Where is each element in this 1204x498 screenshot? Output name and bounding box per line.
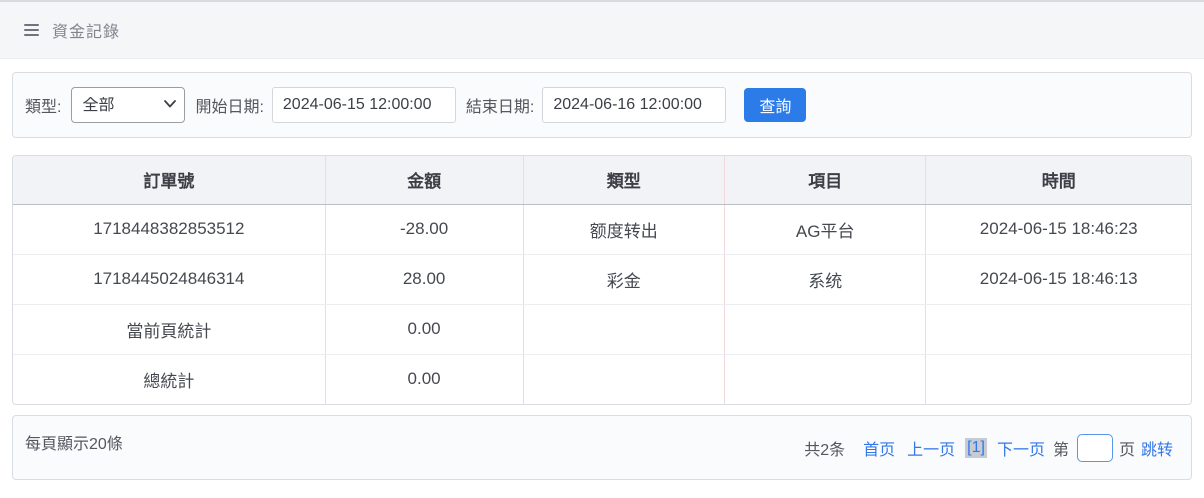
type-select-wrap: 全部 — [71, 87, 185, 123]
jump-link[interactable]: 跳转 — [1141, 436, 1173, 460]
table-row: 1718448382853512 -28.00 额度转出 AG平台 2024-0… — [13, 204, 1191, 254]
current-page-indicator: [1] — [965, 438, 987, 458]
end-date-input[interactable] — [542, 87, 726, 123]
page-size-text: 每頁顯示20條 — [25, 430, 123, 454]
jump-page-input[interactable] — [1077, 434, 1113, 462]
start-date-input[interactable] — [272, 87, 456, 123]
jump-suffix-label: 页 — [1119, 436, 1135, 460]
cell-item: 系统 — [724, 254, 925, 304]
cell-order-no: 1718448382853512 — [13, 204, 325, 254]
summary-amount: 0.00 — [325, 304, 523, 354]
type-label: 類型: — [25, 93, 61, 117]
cell-type: 额度转出 — [523, 204, 724, 254]
footer-bar: 每頁顯示20條 共2条 首页 上一页 [1] 下一页 第 页 跳转 — [12, 415, 1192, 480]
filter-bar: 類型: 全部 開始日期: 結束日期: 查詢 — [12, 72, 1192, 138]
cell-item: AG平台 — [724, 204, 925, 254]
page-title: 資金記錄 — [52, 18, 120, 42]
first-page-link[interactable]: 首页 — [863, 436, 895, 460]
total-count-text: 共2条 — [804, 436, 845, 460]
pagination: 共2条 首页 上一页 [1] 下一页 第 页 跳转 — [804, 434, 1179, 462]
summary-amount: 0.00 — [325, 354, 523, 404]
start-date-label: 開始日期: — [195, 93, 263, 117]
end-date-label: 結束日期: — [466, 93, 534, 117]
cell-amount: 28.00 — [325, 254, 523, 304]
col-header-item: 項目 — [724, 156, 925, 204]
table-header-row: 訂單號 金額 類型 項目 時間 — [13, 156, 1191, 204]
cell-type: 彩金 — [523, 254, 724, 304]
search-button[interactable]: 查詢 — [744, 88, 806, 122]
col-header-time: 時間 — [926, 156, 1191, 204]
table-row: 1718445024846314 28.00 彩金 系统 2024-06-15 … — [13, 254, 1191, 304]
cell-time: 2024-06-15 18:46:23 — [926, 204, 1191, 254]
next-page-link[interactable]: 下一页 — [997, 436, 1045, 460]
topbar: 資金記錄 — [0, 0, 1204, 59]
cell-amount: -28.00 — [325, 204, 523, 254]
prev-page-link[interactable]: 上一页 — [907, 436, 955, 460]
type-select[interactable]: 全部 — [71, 87, 185, 123]
col-header-amount: 金額 — [325, 156, 523, 204]
summary-row-current-page: 當前頁統計 0.00 — [13, 304, 1191, 354]
cell-time: 2024-06-15 18:46:13 — [926, 254, 1191, 304]
summary-label: 總統計 — [13, 354, 325, 404]
col-header-type: 類型 — [523, 156, 724, 204]
hamburger-menu-icon[interactable] — [24, 24, 39, 36]
records-table-panel: 訂單號 金額 類型 項目 時間 1718448382853512 -28.00 … — [12, 155, 1192, 405]
jump-prefix-label: 第 — [1053, 436, 1069, 460]
cell-order-no: 1718445024846314 — [13, 254, 325, 304]
records-table: 訂單號 金額 類型 項目 時間 1718448382853512 -28.00 … — [13, 156, 1191, 404]
summary-row-total: 總統計 0.00 — [13, 354, 1191, 404]
summary-label: 當前頁統計 — [13, 304, 325, 354]
col-header-order-no: 訂單號 — [13, 156, 325, 204]
